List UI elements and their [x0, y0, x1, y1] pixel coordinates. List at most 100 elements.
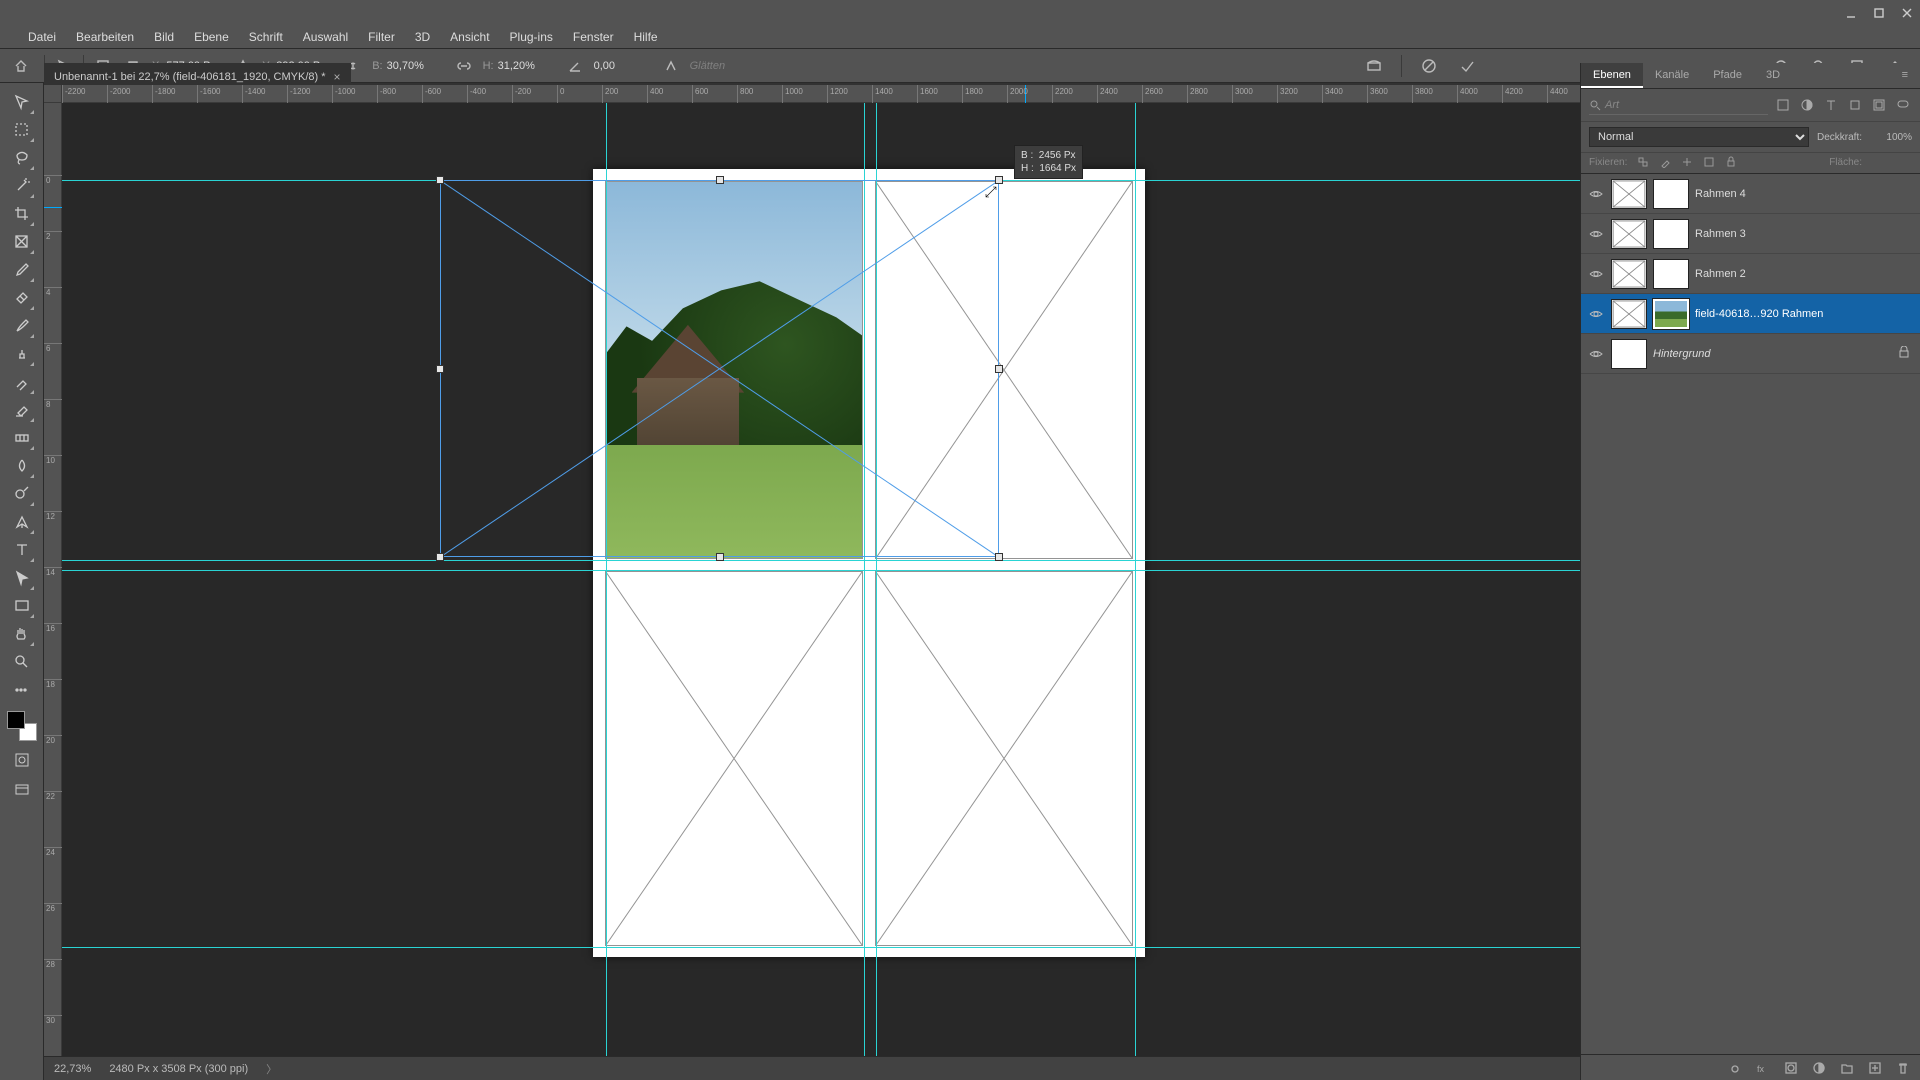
- menu-schrift[interactable]: Schrift: [239, 30, 293, 44]
- tab-kanaele[interactable]: Kanäle: [1643, 63, 1701, 88]
- visibility-toggle[interactable]: [1587, 307, 1605, 321]
- menu-auswahl[interactable]: Auswahl: [293, 30, 358, 44]
- layer-name[interactable]: Rahmen 4: [1695, 188, 1892, 200]
- eraser-tool[interactable]: [9, 397, 35, 423]
- b-value[interactable]: 30,70%: [387, 60, 445, 72]
- transform-handle[interactable]: [436, 553, 444, 561]
- guide-vertical[interactable]: [1135, 103, 1136, 1056]
- opacity-value[interactable]: 100%: [1866, 132, 1912, 143]
- mask-icon[interactable]: [1784, 1061, 1798, 1075]
- guide-horizontal[interactable]: [62, 570, 1580, 571]
- filter-shape-icon[interactable]: [1846, 96, 1864, 114]
- filter-smart-icon[interactable]: [1870, 96, 1888, 114]
- stamp-tool[interactable]: [9, 341, 35, 367]
- filter-pixel-icon[interactable]: [1774, 96, 1792, 114]
- pen-tool[interactable]: [9, 509, 35, 535]
- zoom-level[interactable]: 22,73%: [54, 1063, 91, 1075]
- layer-thumb[interactable]: [1611, 219, 1647, 249]
- zoom-tool[interactable]: [9, 649, 35, 675]
- move-tool[interactable]: [9, 89, 35, 115]
- layer-thumb[interactable]: [1611, 339, 1647, 369]
- menu-datei[interactable]: Datei: [18, 30, 66, 44]
- lock-all-icon[interactable]: [1725, 156, 1737, 168]
- layer-name[interactable]: Hintergrund: [1653, 348, 1892, 360]
- lock-position-icon[interactable]: [1681, 156, 1693, 168]
- marquee-tool[interactable]: [9, 117, 35, 143]
- trash-icon[interactable]: [1896, 1061, 1910, 1075]
- layer-name[interactable]: Rahmen 3: [1695, 228, 1892, 240]
- guide-horizontal[interactable]: [62, 180, 1580, 181]
- guide-vertical[interactable]: [606, 103, 607, 1056]
- panel-menu-icon[interactable]: ≡: [1890, 63, 1920, 88]
- color-swatches[interactable]: [7, 711, 37, 741]
- filter-type-icon[interactable]: [1822, 96, 1840, 114]
- blur-tool[interactable]: [9, 453, 35, 479]
- guide-vertical[interactable]: [864, 103, 865, 1056]
- interpolation-label[interactable]: Glätten: [690, 60, 725, 72]
- commit-transform-button[interactable]: [1456, 55, 1478, 77]
- rotation-value[interactable]: 0,00: [594, 60, 652, 72]
- layer-thumb[interactable]: [1611, 179, 1647, 209]
- guide-horizontal[interactable]: [62, 560, 1580, 561]
- close-tab-icon[interactable]: ×: [334, 70, 341, 84]
- canvas[interactable]: -2200-2000-1800-1600-1400-1200-1000-800-…: [44, 85, 1580, 1056]
- layer-row[interactable]: field-40618…920 Rahmen: [1581, 294, 1920, 334]
- adjustment-icon[interactable]: [1812, 1061, 1826, 1075]
- foreground-color-swatch[interactable]: [7, 711, 25, 729]
- window-close-button[interactable]: [1900, 6, 1914, 20]
- lock-paint-icon[interactable]: [1659, 156, 1671, 168]
- tab-3d[interactable]: 3D: [1754, 63, 1792, 88]
- transform-handle[interactable]: [436, 365, 444, 373]
- layer-row[interactable]: Rahmen 2: [1581, 254, 1920, 294]
- wand-tool[interactable]: [9, 173, 35, 199]
- layers-list[interactable]: Rahmen 4 Rahmen 3 Rahmen 2 field-40618…920 …: [1581, 174, 1920, 1054]
- screenmode-button[interactable]: [11, 779, 33, 801]
- frame-top-right[interactable]: [875, 181, 1133, 559]
- transform-handle[interactable]: [716, 176, 724, 184]
- tab-pfade[interactable]: Pfade: [1701, 63, 1754, 88]
- layer-name[interactable]: Rahmen 2: [1695, 268, 1892, 280]
- guide-horizontal[interactable]: [62, 947, 1580, 948]
- link-layers-icon[interactable]: [1728, 1061, 1742, 1075]
- layer-mask-thumb[interactable]: [1653, 299, 1689, 329]
- menu-ebene[interactable]: Ebene: [184, 30, 239, 44]
- history-brush-tool[interactable]: [9, 369, 35, 395]
- gradient-tool[interactable]: [9, 425, 35, 451]
- brush-tool[interactable]: [9, 313, 35, 339]
- warp-button[interactable]: [1363, 55, 1385, 77]
- menu-filter[interactable]: Filter: [358, 30, 405, 44]
- frame-tool[interactable]: [9, 229, 35, 255]
- layer-row[interactable]: Rahmen 3: [1581, 214, 1920, 254]
- transform-handle[interactable]: [716, 553, 724, 561]
- ruler-vertical[interactable]: 0246810121416182022242628303234: [44, 103, 62, 1056]
- transform-handle[interactable]: [995, 553, 1003, 561]
- menu-ansicht[interactable]: Ansicht: [440, 30, 499, 44]
- layer-name[interactable]: field-40618…920 Rahmen: [1695, 308, 1892, 320]
- menu-plugins[interactable]: Plug-ins: [500, 30, 563, 44]
- menu-fenster[interactable]: Fenster: [563, 30, 624, 44]
- layer-lock-icon[interactable]: [1898, 346, 1914, 361]
- layer-mask-thumb[interactable]: [1653, 259, 1689, 289]
- lock-artboard-icon[interactable]: [1703, 156, 1715, 168]
- quickmask-button[interactable]: [11, 749, 33, 771]
- layer-search-input[interactable]: Art: [1589, 95, 1768, 115]
- ruler-origin[interactable]: [44, 85, 62, 103]
- document-tab[interactable]: Unbenannt-1 bei 22,7% (field-406181_1920…: [44, 63, 351, 85]
- edit-toolbar-button[interactable]: [9, 677, 35, 703]
- tab-ebenen[interactable]: Ebenen: [1581, 63, 1643, 88]
- type-tool[interactable]: [9, 537, 35, 563]
- filter-toggle[interactable]: [1894, 96, 1912, 114]
- eyedropper-tool[interactable]: [9, 257, 35, 283]
- menu-3d[interactable]: 3D: [405, 30, 440, 44]
- frame-bottom-left[interactable]: [605, 571, 863, 946]
- heal-tool[interactable]: [9, 285, 35, 311]
- frame-bottom-right[interactable]: [875, 571, 1133, 946]
- dodge-tool[interactable]: [9, 481, 35, 507]
- link-wh2-icon[interactable]: [453, 55, 475, 77]
- new-layer-icon[interactable]: [1868, 1061, 1882, 1075]
- crop-tool[interactable]: [9, 201, 35, 227]
- layer-mask-thumb[interactable]: [1653, 179, 1689, 209]
- guide-vertical[interactable]: [876, 103, 877, 1056]
- lock-transparency-icon[interactable]: [1637, 156, 1649, 168]
- status-chevron-icon[interactable]: 〉: [266, 1061, 277, 1077]
